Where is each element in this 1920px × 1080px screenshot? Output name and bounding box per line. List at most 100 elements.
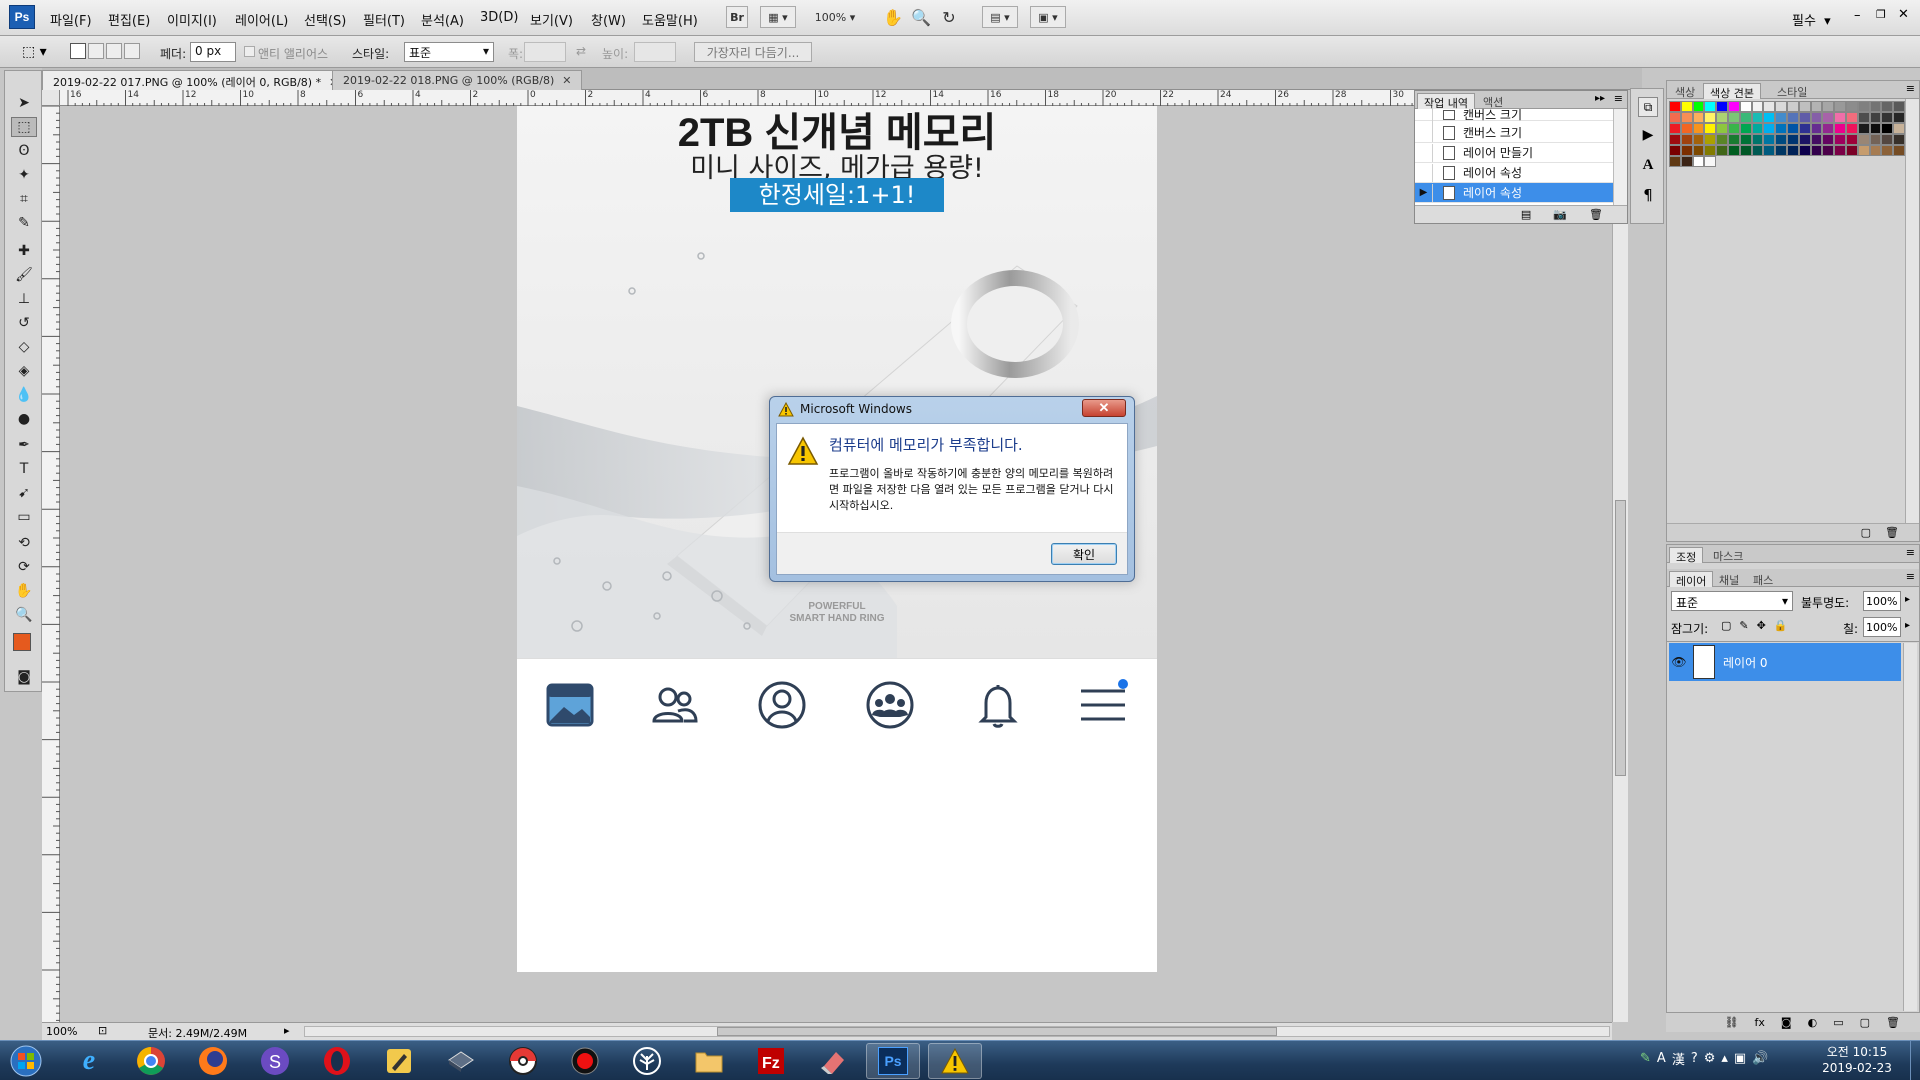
taskbar-clock[interactable]: 오전 10:15 2019-02-23 bbox=[1812, 1044, 1902, 1076]
eraser-app-icon[interactable] bbox=[806, 1043, 860, 1079]
healing-brush-icon[interactable]: ✚ bbox=[11, 241, 37, 261]
foreground-color-swatch[interactable] bbox=[13, 633, 31, 651]
color-swatch[interactable] bbox=[1786, 123, 1799, 134]
color-swatch[interactable] bbox=[1704, 123, 1717, 134]
history-item[interactable]: 캔버스 크기 bbox=[1415, 105, 1613, 124]
color-swatch[interactable] bbox=[1810, 123, 1823, 134]
color-swatch[interactable] bbox=[1869, 101, 1882, 112]
close-button[interactable]: ✕ bbox=[1898, 7, 1909, 22]
3d-rotate-icon[interactable]: ⟲ bbox=[11, 533, 37, 553]
filezilla-icon[interactable]: Fz bbox=[744, 1043, 798, 1079]
type-tool-icon[interactable]: T bbox=[11, 459, 37, 479]
panel-collapse-icon[interactable]: ▸▸ bbox=[1595, 93, 1605, 104]
refine-edge-button[interactable]: 가장자리 다듬기... bbox=[694, 42, 812, 62]
color-swatch[interactable] bbox=[1763, 101, 1776, 112]
quick-mask-icon[interactable]: ◙ bbox=[11, 667, 37, 687]
firefox-icon[interactable] bbox=[186, 1043, 240, 1079]
color-swatch[interactable] bbox=[1680, 101, 1693, 112]
color-swatch[interactable] bbox=[1798, 112, 1811, 123]
minimize-button[interactable]: – bbox=[1854, 8, 1861, 23]
move-tool-icon[interactable]: ➤ bbox=[11, 93, 37, 113]
new-document-from-state-icon[interactable]: ▤ bbox=[1521, 208, 1531, 221]
ok-button[interactable]: 확인 bbox=[1051, 543, 1117, 565]
color-swatch[interactable] bbox=[1822, 145, 1835, 156]
link-layers-icon[interactable]: ⛓ bbox=[1725, 1016, 1739, 1029]
color-swatch[interactable] bbox=[1857, 134, 1870, 145]
tab-masks[interactable]: 마스크 bbox=[1707, 547, 1749, 563]
history-item-selected[interactable]: ▶ 레이어 속성 bbox=[1415, 183, 1613, 203]
color-swatch[interactable] bbox=[1704, 145, 1717, 156]
fill-slider-arrow[interactable]: ▸ bbox=[1905, 620, 1910, 631]
opacity-slider-arrow[interactable]: ▸ bbox=[1905, 594, 1910, 605]
zoom-tool-icon[interactable]: 🔍 bbox=[910, 6, 932, 28]
chrome-icon[interactable] bbox=[124, 1043, 178, 1079]
brush-tool-icon[interactable]: 🖌 bbox=[11, 265, 37, 285]
3d-orbit-icon[interactable]: ⟳ bbox=[11, 557, 37, 577]
color-swatch[interactable] bbox=[1669, 123, 1681, 134]
color-swatch[interactable] bbox=[1775, 145, 1787, 156]
menu-help[interactable]: 도움말(H) bbox=[642, 10, 698, 29]
tab-layers[interactable]: 레이어 bbox=[1669, 571, 1714, 588]
photoshop-icon[interactable]: Ps bbox=[866, 1043, 920, 1079]
color-swatch[interactable] bbox=[1845, 112, 1858, 123]
color-swatch[interactable] bbox=[1692, 112, 1705, 123]
color-swatch[interactable] bbox=[1669, 112, 1681, 123]
lock-transparency-icon[interactable]: ▢ bbox=[1721, 619, 1731, 632]
color-swatch[interactable] bbox=[1775, 112, 1787, 123]
color-swatch[interactable] bbox=[1751, 145, 1764, 156]
color-swatch[interactable] bbox=[1727, 145, 1740, 156]
color-swatch[interactable] bbox=[1786, 101, 1799, 112]
color-swatch[interactable] bbox=[1857, 145, 1870, 156]
new-snapshot-icon[interactable]: 📷 bbox=[1553, 208, 1567, 221]
history-brush-icon[interactable]: ↺ bbox=[11, 313, 37, 333]
color-swatch[interactable] bbox=[1881, 145, 1894, 156]
color-swatch[interactable] bbox=[1845, 123, 1858, 134]
color-swatch[interactable] bbox=[1680, 123, 1693, 134]
path-select-icon[interactable]: ➹ bbox=[11, 483, 37, 503]
color-swatch[interactable] bbox=[1716, 101, 1728, 112]
color-swatch[interactable] bbox=[1739, 101, 1752, 112]
adjustment-layer-icon[interactable]: ◐ bbox=[1808, 1016, 1818, 1029]
color-swatch[interactable] bbox=[1881, 101, 1894, 112]
color-swatch[interactable] bbox=[1869, 134, 1882, 145]
color-swatch[interactable] bbox=[1893, 123, 1905, 134]
feather-input[interactable]: 0 px bbox=[190, 42, 236, 62]
magic-wand-icon[interactable]: ✦ bbox=[11, 165, 37, 185]
color-swatch[interactable] bbox=[1881, 112, 1894, 123]
color-swatch[interactable] bbox=[1692, 101, 1705, 112]
layer-style-icon[interactable]: fx bbox=[1755, 1016, 1765, 1029]
antialias-checkbox[interactable] bbox=[244, 46, 255, 57]
lock-all-icon[interactable]: 🔒 bbox=[1774, 619, 1788, 632]
color-swatch[interactable] bbox=[1727, 134, 1740, 145]
color-swatch[interactable] bbox=[1893, 112, 1905, 123]
horizontal-scrollbar[interactable] bbox=[304, 1026, 1610, 1037]
color-swatch[interactable] bbox=[1834, 123, 1846, 134]
status-icon[interactable]: ⊡ bbox=[98, 1024, 107, 1037]
s-app-icon[interactable]: S bbox=[248, 1043, 302, 1079]
blur-tool-icon[interactable]: 💧 bbox=[11, 385, 37, 405]
color-swatch[interactable] bbox=[1857, 112, 1870, 123]
delete-state-icon[interactable]: 🗑 bbox=[1589, 208, 1603, 221]
color-swatch[interactable] bbox=[1810, 145, 1823, 156]
dodge-tool-icon[interactable]: ● bbox=[11, 409, 37, 429]
lasso-tool-icon[interactable]: ʘ bbox=[11, 141, 37, 161]
hanja-icon[interactable]: 漢 bbox=[1672, 1049, 1685, 1068]
folder-icon[interactable] bbox=[682, 1043, 736, 1079]
color-swatch[interactable] bbox=[1739, 145, 1752, 156]
color-swatch[interactable] bbox=[1716, 123, 1728, 134]
color-swatch[interactable] bbox=[1739, 123, 1752, 134]
ie-icon[interactable]: e bbox=[62, 1043, 116, 1079]
start-orb-icon[interactable] bbox=[0, 1043, 52, 1079]
color-swatch[interactable] bbox=[1786, 134, 1799, 145]
opera-icon[interactable] bbox=[310, 1043, 364, 1079]
color-swatch[interactable] bbox=[1798, 101, 1811, 112]
swap-icon[interactable]: ⇄ bbox=[576, 44, 586, 58]
color-swatch[interactable] bbox=[1739, 112, 1752, 123]
color-swatch[interactable] bbox=[1692, 145, 1705, 156]
color-swatch[interactable] bbox=[1751, 101, 1764, 112]
tab-paths[interactable]: 패스 bbox=[1747, 571, 1779, 587]
panel-menu-icon[interactable]: ≡ bbox=[1614, 92, 1623, 105]
color-swatch[interactable] bbox=[1692, 156, 1705, 167]
ime-tool-icon[interactable]: ✎ bbox=[1640, 1051, 1651, 1066]
paint-bucket-icon[interactable]: ◈ bbox=[11, 361, 37, 381]
